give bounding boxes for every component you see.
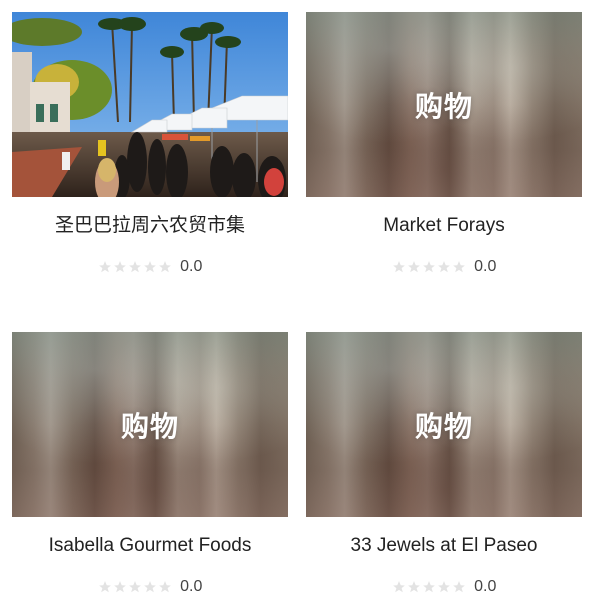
- place-thumbnail[interactable]: 购物: [306, 332, 582, 517]
- star-empty-icon: [113, 580, 127, 594]
- rating-value: 0.0: [180, 578, 203, 595]
- star-rating: [98, 577, 173, 597]
- placeholder-label: 购物: [120, 409, 179, 443]
- place-title[interactable]: Market Forays: [306, 214, 582, 238]
- star-empty-icon: [143, 260, 157, 274]
- star-empty-icon: [158, 580, 172, 594]
- star-empty-icon: [437, 260, 451, 274]
- place-card[interactable]: 购物 Isabella Gourmet Foods 0.0: [12, 332, 288, 600]
- star-empty-icon: [407, 580, 421, 594]
- star-empty-icon: [392, 260, 406, 274]
- star-empty-icon: [422, 580, 436, 594]
- star-empty-icon: [452, 260, 466, 274]
- rating-value: 0.0: [474, 258, 497, 275]
- rating: 0.0: [12, 577, 288, 597]
- star-rating: [98, 257, 173, 277]
- rating: 0.0: [306, 257, 582, 277]
- placeholder-label: 购物: [414, 409, 473, 443]
- star-empty-icon: [452, 580, 466, 594]
- star-empty-icon: [422, 260, 436, 274]
- place-title[interactable]: 圣巴巴拉周六农贸市集: [12, 214, 288, 238]
- place-thumbnail[interactable]: 购物: [12, 332, 288, 517]
- shopping-results-grid: 圣巴巴拉周六农贸市集 0.0 购物 Market Forays 0.0 购物 I…: [0, 0, 593, 600]
- place-thumbnail[interactable]: [12, 12, 288, 197]
- place-card[interactable]: 购物 Market Forays 0.0: [306, 12, 582, 302]
- star-empty-icon: [98, 260, 112, 274]
- rating-value: 0.0: [180, 258, 203, 275]
- star-empty-icon: [437, 580, 451, 594]
- place-card[interactable]: 购物 33 Jewels at El Paseo 0.0: [306, 332, 582, 600]
- star-empty-icon: [128, 580, 142, 594]
- star-empty-icon: [98, 580, 112, 594]
- star-rating: [392, 577, 467, 597]
- rating: 0.0: [12, 257, 288, 277]
- star-empty-icon: [128, 260, 142, 274]
- farmers-market-photo: [12, 12, 288, 197]
- star-empty-icon: [392, 580, 406, 594]
- star-empty-icon: [113, 260, 127, 274]
- star-empty-icon: [407, 260, 421, 274]
- rating: 0.0: [306, 577, 582, 597]
- placeholder-label: 购物: [414, 89, 473, 123]
- place-title[interactable]: 33 Jewels at El Paseo: [306, 534, 582, 558]
- rating-value: 0.0: [474, 578, 497, 595]
- star-rating: [392, 257, 467, 277]
- star-empty-icon: [158, 260, 172, 274]
- star-empty-icon: [143, 580, 157, 594]
- place-thumbnail[interactable]: 购物: [306, 12, 582, 197]
- place-title[interactable]: Isabella Gourmet Foods: [12, 534, 288, 558]
- place-card[interactable]: 圣巴巴拉周六农贸市集 0.0: [12, 12, 288, 302]
